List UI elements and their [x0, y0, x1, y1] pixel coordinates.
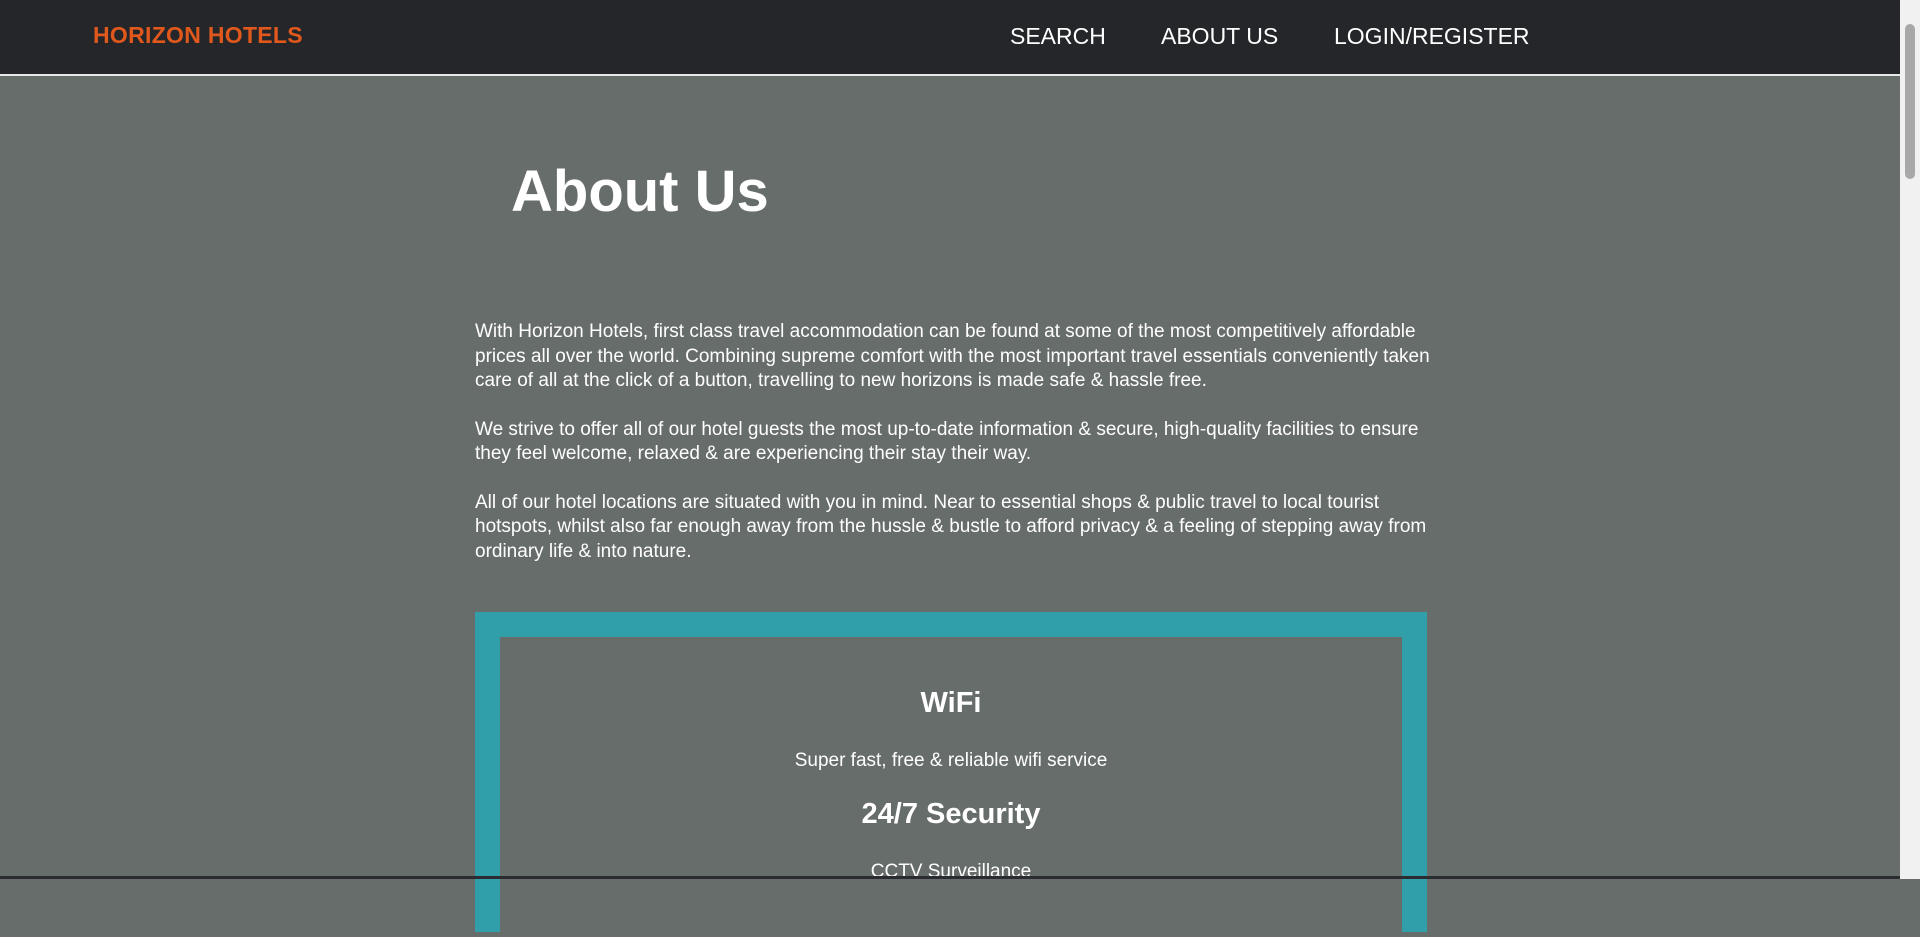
top-navbar: HORIZON HOTELS SEARCH ABOUT US LOGIN/REG…: [0, 0, 1900, 76]
nav-search-link[interactable]: SEARCH: [1010, 23, 1106, 50]
intro-paragraph: With Horizon Hotels, first class travel …: [475, 321, 1430, 391]
nav-about-us-link[interactable]: ABOUT US: [1161, 23, 1278, 50]
scrollbar-thumb[interactable]: [1905, 24, 1915, 179]
feature-title-security: 24/7 Security: [861, 798, 1041, 830]
features-panel: WiFi Super fast, free & reliable wifi se…: [475, 612, 1427, 937]
feature-desc-wifi: Super fast, free & reliable wifi service: [794, 750, 1108, 771]
feature-title-wifi: WiFi: [920, 687, 982, 719]
page-scrollbar[interactable]: [1900, 0, 1920, 879]
feature-desc-security: CCTV Surveillance: [870, 861, 1032, 882]
page-title: About Us: [511, 159, 769, 224]
features-panel-inner: WiFi Super fast, free & reliable wifi se…: [500, 637, 1402, 937]
intro-paragraph: We strive to offer all of our hotel gues…: [475, 418, 1419, 465]
intro-paragraph: All of our hotel locations are situated …: [475, 491, 1427, 562]
nav-login-register-link[interactable]: LOGIN/REGISTER: [1334, 23, 1530, 50]
brand-logo-link[interactable]: HORIZON HOTELS: [93, 22, 303, 49]
about-intro-text: With Horizon Hotels, first class travel …: [475, 320, 1435, 588]
